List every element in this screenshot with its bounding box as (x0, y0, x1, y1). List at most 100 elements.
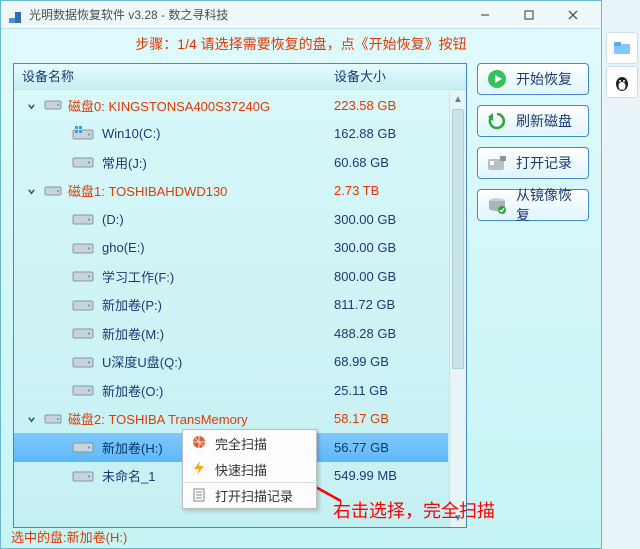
start-recover-button[interactable]: 开始恢复 (477, 63, 589, 95)
drive-icon (72, 126, 94, 142)
scroll-thumb[interactable] (452, 109, 464, 369)
drive-icon (72, 325, 94, 341)
volume-size: 56.77 GB (334, 440, 448, 455)
bolt-icon (191, 460, 209, 478)
status-bar: 选中的盘:新加卷(H:) (1, 528, 601, 548)
drive-icon (72, 354, 94, 370)
image-recover-button[interactable]: 从镜像恢复 (477, 189, 589, 221)
title-bar: 光明数据恢复软件 v3.28 - 数之寻科技 (1, 1, 601, 29)
button-label: 打开记录 (516, 153, 572, 173)
play-circle-icon (486, 68, 508, 90)
volume-label: 新加卷(M:) (102, 324, 164, 343)
menu-label: 完全扫描 (215, 434, 267, 453)
volume-row[interactable]: gho(E:) 300.00 GB (14, 234, 448, 263)
volume-size: 162.88 GB (334, 126, 448, 141)
volume-row[interactable]: 新加卷(O:) 25.11 GB (14, 376, 448, 405)
col-device-name: 设备名称 (14, 64, 334, 89)
table-header: 设备名称 设备大小 (14, 64, 466, 90)
volume-row[interactable]: Win10(C:) 162.88 GB (14, 120, 448, 149)
globe-icon (191, 434, 209, 452)
refresh-disk-button[interactable]: 刷新磁盘 (477, 105, 589, 137)
menu-label: 打开扫描记录 (215, 486, 293, 505)
volume-size: 300.00 GB (334, 240, 448, 255)
chevron-down-icon[interactable] (24, 183, 38, 198)
volume-row[interactable]: U深度U盘(Q:) 68.99 GB (14, 348, 448, 377)
volume-row[interactable]: 新加卷(M:) 488.28 GB (14, 319, 448, 348)
desktop-tray (606, 32, 640, 100)
refresh-icon (486, 110, 508, 132)
col-device-size: 设备大小 (334, 64, 466, 89)
disk-size: 2.73 TB (334, 183, 448, 198)
button-label: 开始恢复 (516, 69, 572, 89)
menu-label: 快速扫描 (215, 460, 267, 479)
drive-icon (72, 154, 94, 170)
disk-row[interactable]: 磁盘0: KINGSTONSA400S37240G 223.58 GB (14, 91, 448, 120)
maximize-button[interactable] (507, 2, 551, 28)
volume-size: 25.11 GB (334, 383, 448, 398)
drive-icon (72, 268, 94, 284)
close-button[interactable] (551, 2, 595, 28)
camera-icon (486, 152, 508, 174)
drive-icon (72, 439, 94, 455)
volume-row[interactable]: (D:) 300.00 GB (14, 205, 448, 234)
menu-open-scan-history[interactable]: 打开扫描记录 (183, 482, 316, 508)
volume-label: gho(E:) (102, 240, 145, 255)
document-icon (191, 487, 209, 505)
volume-size: 300.00 GB (334, 212, 448, 227)
volume-row[interactable]: 新加卷(P:) 811.72 GB (14, 291, 448, 320)
volume-size: 488.28 GB (334, 326, 448, 341)
volume-row[interactable]: 学习工作(F:) 800.00 GB (14, 262, 448, 291)
tray-folder-icon[interactable] (606, 32, 638, 64)
button-label: 从镜像恢复 (516, 185, 580, 225)
chevron-down-icon[interactable] (24, 411, 38, 426)
hard-disk-icon (44, 184, 62, 198)
volume-size: 811.72 GB (334, 297, 448, 312)
disk-size: 223.58 GB (334, 98, 448, 113)
step-hint: 步骤：1/4 请选择需要恢复的盘，点《开始恢复》按钮 (1, 29, 601, 59)
app-icon (7, 7, 23, 23)
side-buttons: 开始恢复 刷新磁盘 打开记录 (467, 63, 589, 528)
app-window: 光明数据恢复软件 v3.28 - 数之寻科技 步骤：1/4 请选择需要恢复的盘，… (0, 0, 602, 549)
scroll-down-icon[interactable]: ▼ (450, 510, 466, 527)
disk-row[interactable]: 磁盘1: TOSHIBAHDWD130 2.73 TB (14, 177, 448, 206)
volume-label: 新加卷(H:) (102, 438, 163, 457)
volume-label: 新加卷(O:) (102, 381, 163, 400)
device-panel: 设备名称 设备大小 磁盘0: KINGSTONSA400S37240G 223.5… (13, 63, 467, 528)
hard-disk-icon (44, 98, 62, 112)
drive-icon (72, 297, 94, 313)
volume-label: 常用(J:) (102, 153, 147, 172)
drive-icon (72, 211, 94, 227)
window-title: 光明数据恢复软件 v3.28 - 数之寻科技 (29, 1, 463, 29)
volume-label: (D:) (102, 212, 124, 227)
volume-row[interactable]: 常用(J:) 60.68 GB (14, 148, 448, 177)
volume-label: 学习工作(F:) (102, 267, 174, 286)
volume-label: Win10(C:) (102, 126, 161, 141)
minimize-button[interactable] (463, 2, 507, 28)
drive-icon (72, 468, 94, 484)
vertical-scrollbar[interactable]: ▲ ▼ (449, 91, 466, 527)
context-menu: 完全扫描快速扫描打开扫描记录 (182, 429, 317, 509)
drive-icon (72, 382, 94, 398)
volume-size: 60.68 GB (334, 155, 448, 170)
volume-label: 新加卷(P:) (102, 295, 162, 314)
volume-label: 未命名_1 (102, 466, 155, 485)
menu-fast-scan[interactable]: 快速扫描 (183, 456, 316, 482)
volume-row[interactable]: 新加卷(H:)56.77 GB完全扫描快速扫描打开扫描记录 (14, 433, 448, 462)
menu-full-scan[interactable]: 完全扫描 (183, 430, 316, 456)
volume-size: 549.99 MB (334, 468, 448, 483)
button-label: 刷新磁盘 (516, 111, 572, 131)
chevron-down-icon[interactable] (24, 98, 38, 113)
disk-image-icon (486, 194, 508, 216)
drive-icon (72, 240, 94, 256)
disk-size: 58.17 GB (334, 411, 448, 426)
volume-label: U深度U盘(Q:) (102, 352, 182, 371)
disk-label: 磁盘2: TOSHIBA TransMemory (68, 409, 248, 428)
open-log-button[interactable]: 打开记录 (477, 147, 589, 179)
tray-penguin-icon[interactable] (606, 66, 638, 98)
hard-disk-icon (44, 412, 62, 426)
disk-label: 磁盘0: KINGSTONSA400S37240G (68, 96, 270, 115)
volume-size: 800.00 GB (334, 269, 448, 284)
disk-label: 磁盘1: TOSHIBAHDWD130 (68, 181, 227, 200)
scroll-up-icon[interactable]: ▲ (450, 91, 466, 108)
volume-size: 68.99 GB (334, 354, 448, 369)
